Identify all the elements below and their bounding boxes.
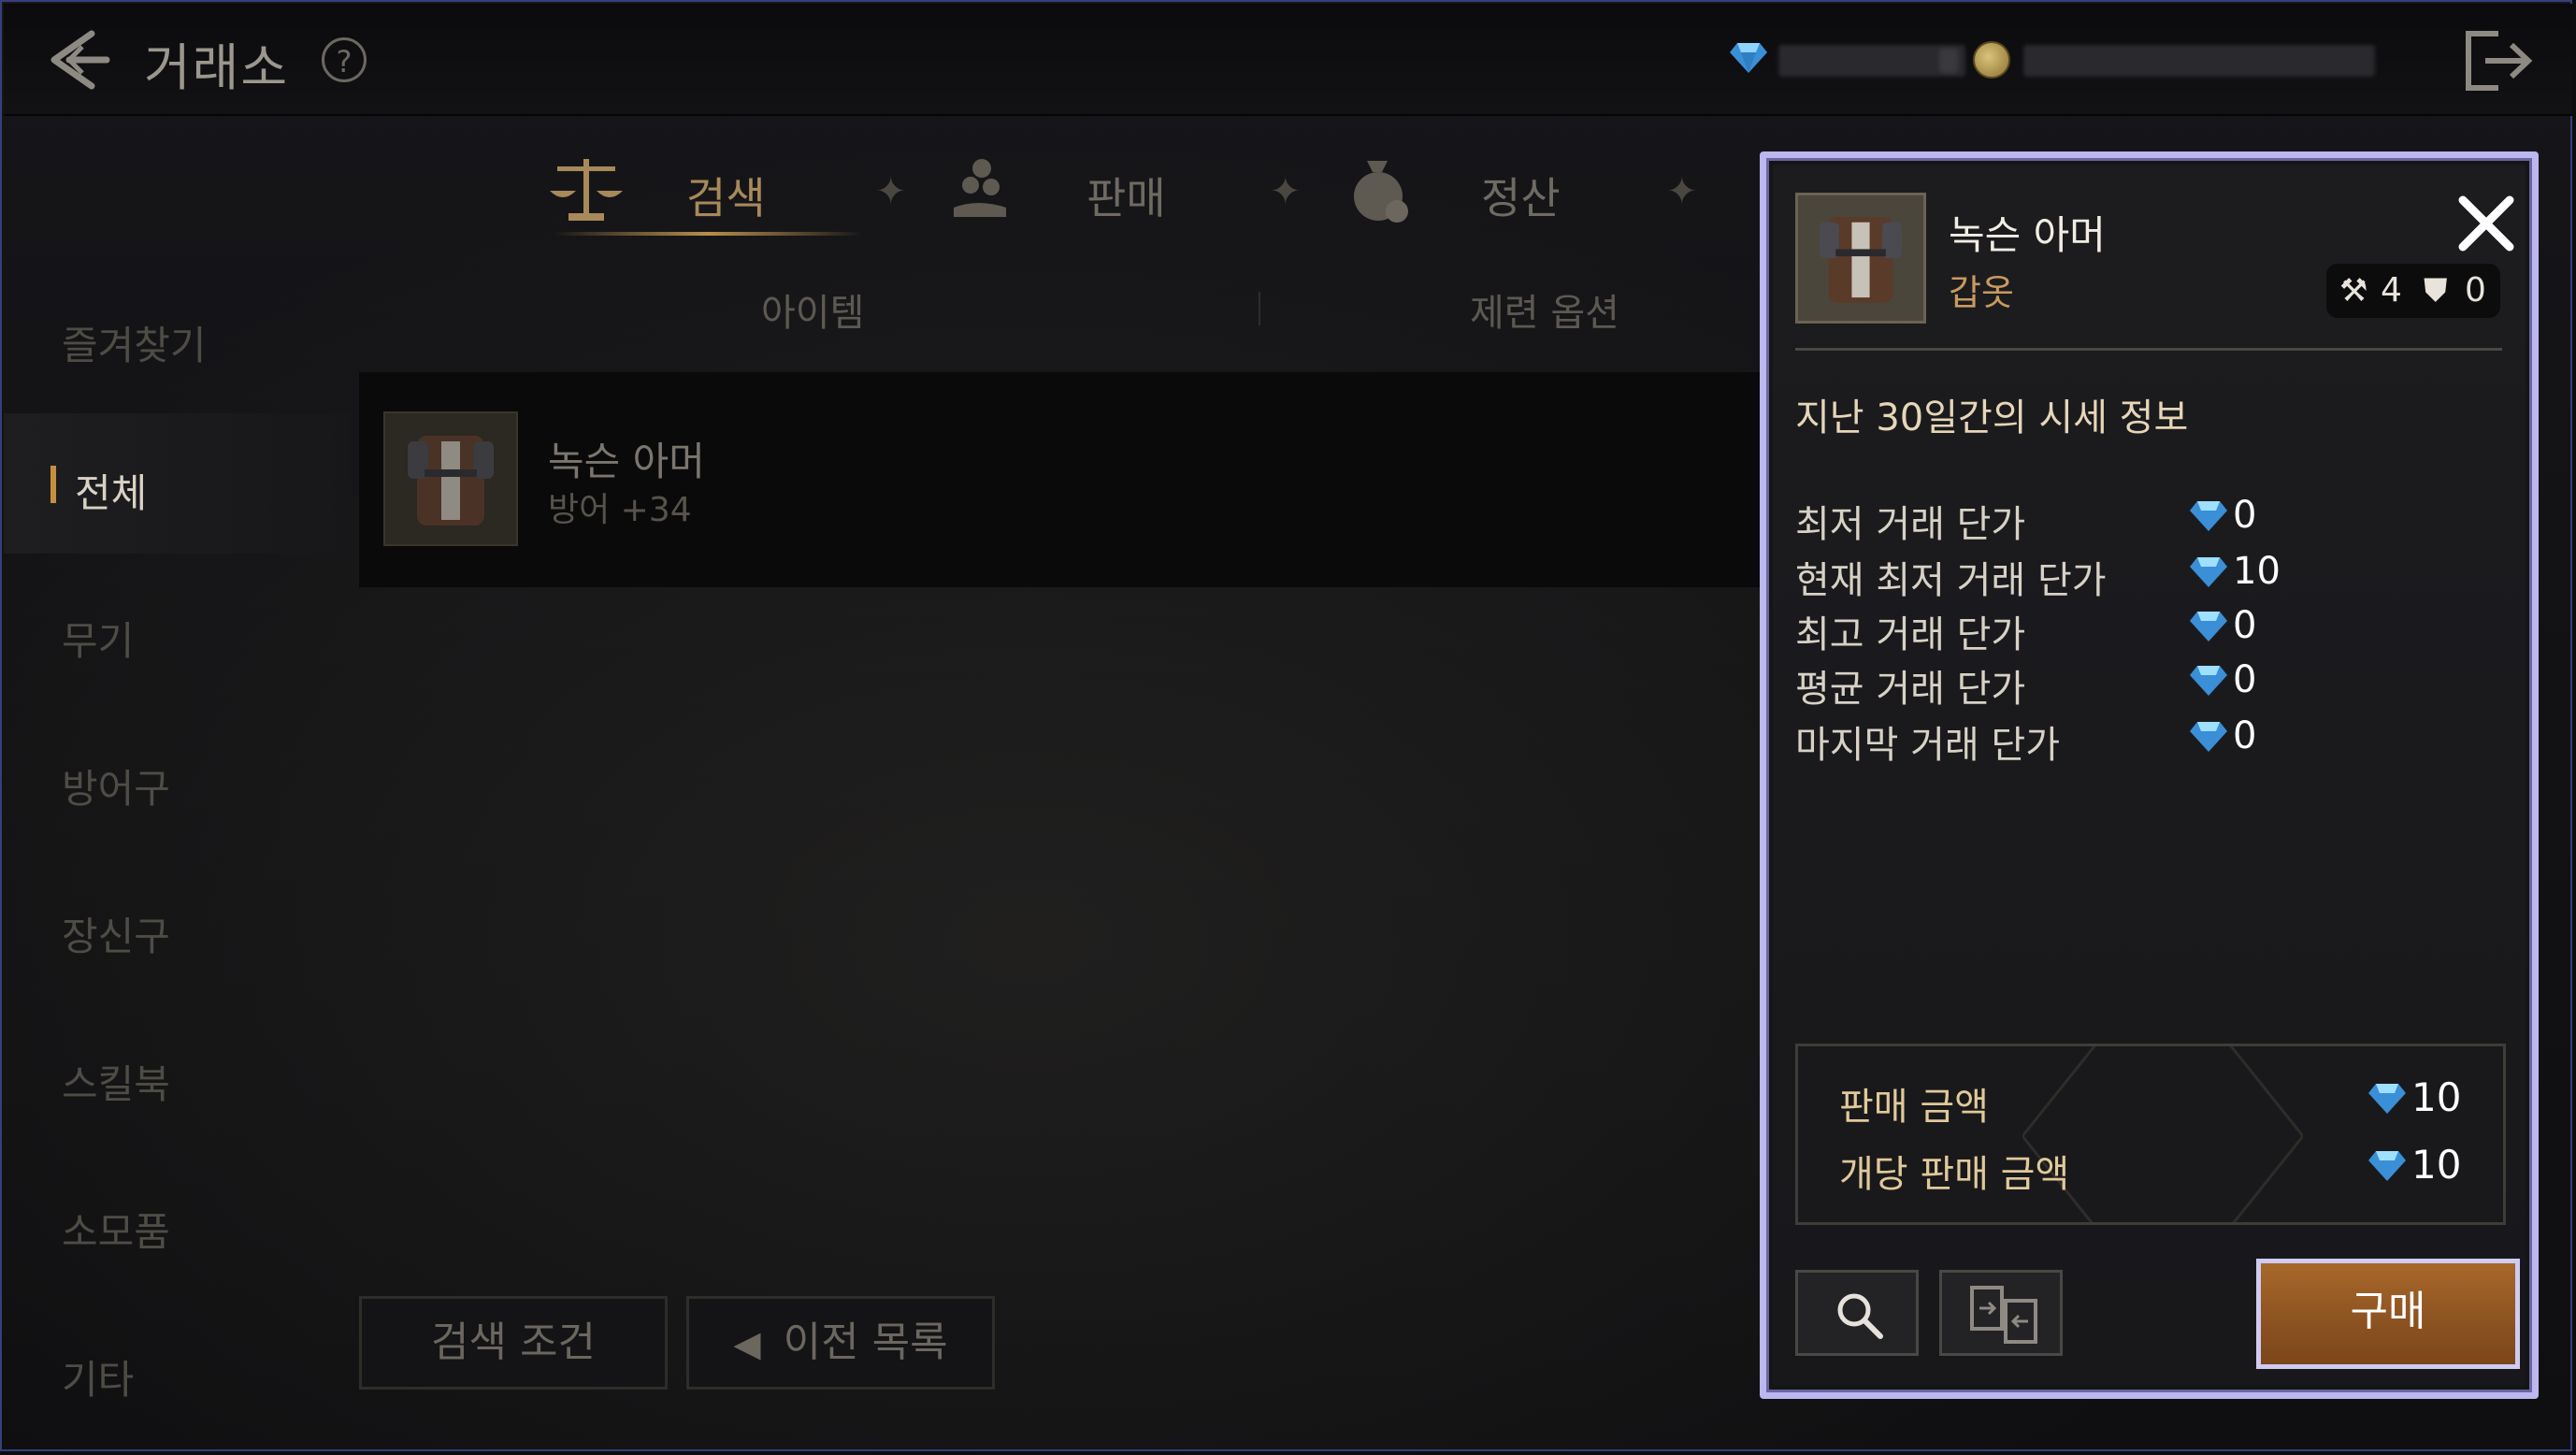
shield-icon: ⛊ — [2424, 272, 2448, 310]
gold-balance-redacted — [2023, 45, 2375, 77]
armor-icon — [1819, 216, 1903, 303]
enhance-level: 4 — [2381, 271, 2402, 310]
sidebar-item-skillbooks[interactable]: 스킬북 — [62, 1053, 170, 1110]
gem-icon — [2368, 1084, 2406, 1114]
compare-icon — [1970, 1286, 2037, 1344]
chevron-left-icon: ◀ — [733, 1323, 761, 1364]
item-thumbnail — [383, 411, 518, 546]
gold-coin-icon — [1973, 41, 2010, 79]
gem-icon — [2190, 722, 2227, 752]
column-divider — [1259, 292, 1260, 325]
sale-amount-value: 10 — [2411, 1074, 2462, 1120]
tab-separator: ✦ — [875, 170, 907, 213]
popup-item-type: 갑옷 — [1949, 272, 2014, 313]
tab-separator: ✦ — [1666, 170, 1698, 213]
price-label-last: 마지막 거래 단가 — [1795, 724, 2061, 767]
sidebar-active-marker — [50, 466, 56, 503]
price-value-highest: 0 — [2233, 604, 2257, 647]
price-value-average: 0 — [2233, 658, 2257, 701]
sale-summary-box: 판매 금액 10 개당 판매 금액 10 — [1795, 1044, 2506, 1225]
sidebar-item-accessories[interactable]: 장신구 — [62, 905, 170, 962]
popup-body: 녹슨 아머 갑옷 ⚒ 4 ⛊ 0 지난 30일간의 시세 정보 최저 거래 단가… — [1773, 165, 2526, 1386]
previous-list-button[interactable]: ◀ 이전 목록 — [686, 1296, 995, 1390]
price-label-current-lowest: 현재 최저 거래 단가 — [1795, 559, 2107, 602]
item-name: 녹슨 아머 — [548, 439, 705, 484]
previous-list-label: 이전 목록 — [783, 1318, 948, 1366]
scale-icon — [550, 159, 623, 221]
gem-add-icon[interactable] — [1939, 49, 1958, 73]
popup-item-thumbnail — [1795, 193, 1926, 324]
sidebar-item-all[interactable]: 전체 — [75, 462, 147, 519]
gem-icon — [2190, 666, 2227, 696]
gem-icon — [2190, 501, 2227, 531]
table-row[interactable]: 녹슨 아머 방어 +34 — [359, 370, 1762, 587]
gem-balance-redacted — [1778, 45, 1965, 77]
unit-sale-amount-value: 10 — [2411, 1142, 2462, 1188]
active-tab-indicator — [554, 232, 862, 236]
gem-icon — [2190, 557, 2227, 587]
hand-coins-icon — [954, 159, 1006, 217]
back-arrow-icon[interactable] — [41, 26, 116, 94]
magnifier-icon — [1837, 1293, 1883, 1339]
gem-icon — [2368, 1151, 2406, 1181]
unit-sale-amount-label: 개당 판매 금액 — [1839, 1153, 2070, 1196]
search-conditions-button[interactable]: 검색 조건 — [359, 1296, 668, 1390]
buy-button[interactable]: 구매 — [2256, 1259, 2520, 1369]
price-label-highest: 최고 거래 단가 — [1795, 613, 2026, 656]
sale-amount-label: 판매 금액 — [1839, 1086, 1989, 1129]
top-bar: 거래소 ? — [4, 4, 2572, 116]
gem-icon — [1730, 43, 1767, 73]
item-price-popup: 녹슨 아머 갑옷 ⚒ 4 ⛊ 0 지난 30일간의 시세 정보 최저 거래 단가… — [1760, 151, 2539, 1399]
sidebar-item-consumables[interactable]: 소모품 — [62, 1201, 170, 1258]
item-stat: 방어 +34 — [548, 491, 692, 529]
column-header-item: 아이템 — [761, 292, 865, 335]
armor-icon — [408, 436, 494, 526]
question-circle-icon[interactable]: ? — [322, 37, 367, 82]
close-icon[interactable] — [2454, 191, 2519, 256]
app-frame: 거래소 ? 검색 ✦ 판매 ✦ 정산 ✦ 즐겨찾기 전체 무기 방어구 장신구 … — [0, 0, 2572, 1451]
divider — [1795, 348, 2502, 351]
tab-search-label: 검색 — [686, 173, 766, 223]
price-label-average: 평균 거래 단가 — [1795, 668, 2026, 711]
price-label-lowest: 최저 거래 단가 — [1795, 503, 2026, 546]
anvil-icon: ⚒ — [2339, 272, 2368, 310]
enhance-durability-badge: ⚒ 4 ⛊ 0 — [2326, 264, 2500, 318]
price-history-title: 지난 30일간의 시세 정보 — [1795, 396, 2189, 439]
tab-separator: ✦ — [1270, 170, 1302, 213]
page-title: 거래소 — [144, 38, 290, 97]
sidebar-item-favorites[interactable]: 즐겨찾기 — [62, 314, 207, 371]
sidebar-item-misc[interactable]: 기타 — [62, 1348, 134, 1405]
tab-sell-label: 판매 — [1087, 173, 1166, 223]
column-header-refine: 제련 옵션 — [1470, 292, 1619, 335]
inspect-button[interactable] — [1795, 1270, 1919, 1356]
money-bag-icon — [1354, 161, 1408, 223]
popup-item-name: 녹슨 아머 — [1949, 212, 2106, 258]
price-value-current-lowest: 10 — [2233, 550, 2281, 593]
price-value-last: 0 — [2233, 714, 2257, 757]
price-value-lowest: 0 — [2233, 494, 2257, 537]
durability-value: 0 — [2465, 271, 2486, 310]
compare-button[interactable] — [1939, 1270, 2063, 1356]
sidebar-item-weapons[interactable]: 무기 — [62, 610, 134, 667]
tab-settlement-label: 정산 — [1481, 173, 1561, 223]
gem-icon — [2190, 612, 2227, 641]
exit-icon[interactable] — [2461, 28, 2538, 94]
sidebar-item-armor[interactable]: 방어구 — [62, 757, 170, 814]
